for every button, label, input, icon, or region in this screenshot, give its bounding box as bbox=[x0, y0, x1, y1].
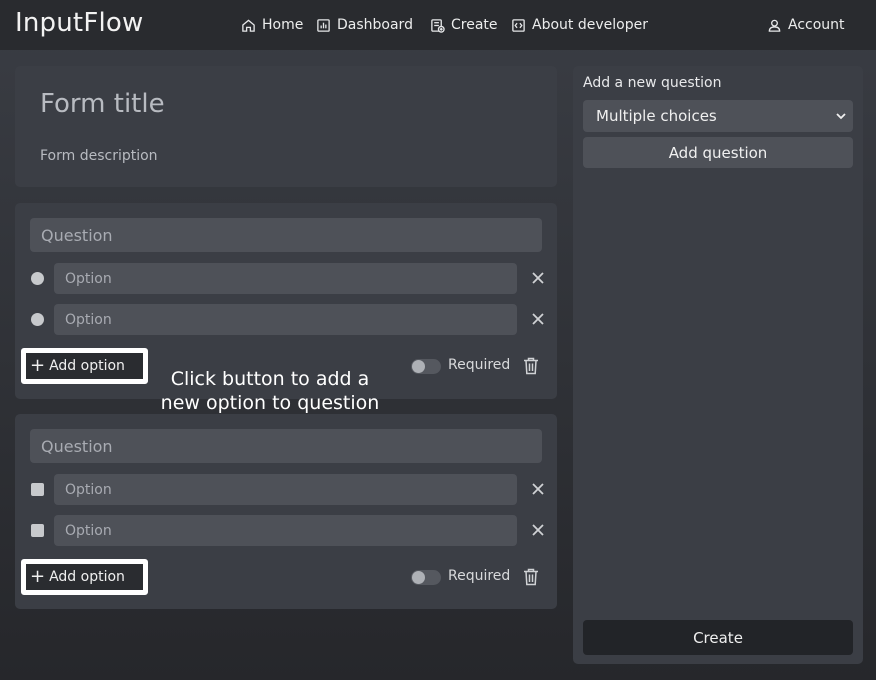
close-icon[interactable] bbox=[531, 271, 545, 285]
nav-home[interactable]: Home bbox=[241, 15, 303, 35]
nav-dashboard-label: Dashboard bbox=[337, 17, 413, 33]
brand-logo[interactable]: InputFlow bbox=[15, 8, 143, 38]
user-icon bbox=[768, 19, 781, 32]
add-option-button[interactable]: + Add option bbox=[21, 559, 148, 595]
trash-icon[interactable] bbox=[523, 357, 539, 375]
add-option-label: Add option bbox=[49, 569, 125, 585]
home-icon bbox=[242, 18, 255, 32]
form-header-card bbox=[15, 66, 557, 187]
nav-dashboard[interactable]: Dashboard bbox=[316, 15, 413, 35]
plus-icon: + bbox=[30, 566, 46, 587]
chevron-down-icon bbox=[836, 113, 846, 120]
create-button[interactable]: Create bbox=[583, 620, 853, 655]
nav-account[interactable]: Account bbox=[767, 15, 845, 35]
trash-icon[interactable] bbox=[523, 568, 539, 586]
add-question-button[interactable]: Add question bbox=[583, 137, 853, 168]
option-input[interactable]: Option bbox=[54, 304, 517, 335]
nav-create-label: Create bbox=[451, 17, 498, 33]
nav-about-developer-label: About developer bbox=[532, 17, 648, 33]
toggle-knob bbox=[412, 360, 425, 373]
question-input[interactable]: Question bbox=[30, 429, 542, 463]
nav-create[interactable]: Create bbox=[430, 15, 498, 35]
option-input[interactable]: Option bbox=[54, 263, 517, 294]
annotation-line-1: Click button to add a bbox=[170, 368, 370, 390]
plus-icon: + bbox=[30, 355, 46, 376]
question-type-value: Multiple choices bbox=[596, 107, 717, 125]
add-option-button[interactable]: + Add option bbox=[21, 348, 148, 384]
form-title-input[interactable]: Form title bbox=[40, 89, 165, 119]
question-type-select[interactable]: Multiple choices bbox=[583, 100, 853, 132]
required-label: Required bbox=[448, 568, 511, 584]
annotation-text: Click button to add a new option to ques… bbox=[150, 367, 390, 415]
option-input[interactable]: Option bbox=[54, 474, 517, 505]
top-navbar: InputFlow Home Dashboard Create About de… bbox=[0, 0, 876, 50]
required-toggle[interactable] bbox=[411, 570, 441, 585]
code-icon bbox=[512, 18, 525, 32]
sidebar-title: Add a new question bbox=[583, 75, 722, 91]
nav-home-label: Home bbox=[262, 17, 304, 33]
question-input[interactable]: Question bbox=[30, 218, 542, 252]
required-label: Required bbox=[448, 357, 511, 373]
add-option-label: Add option bbox=[49, 358, 125, 374]
close-icon[interactable] bbox=[531, 482, 545, 496]
nav-account-label: Account bbox=[788, 17, 845, 33]
option-input[interactable]: Option bbox=[54, 515, 517, 546]
close-icon[interactable] bbox=[531, 312, 545, 326]
checkbox-indicator bbox=[31, 524, 44, 537]
radio-indicator bbox=[31, 313, 44, 326]
dashboard-icon bbox=[317, 18, 330, 32]
nav-about-developer[interactable]: About developer bbox=[511, 15, 648, 35]
create-icon bbox=[431, 18, 445, 33]
close-icon[interactable] bbox=[531, 523, 545, 537]
form-description-input[interactable]: Form description bbox=[40, 148, 158, 164]
annotation-line-2: new option to question bbox=[160, 392, 380, 414]
required-toggle[interactable] bbox=[411, 359, 441, 374]
checkbox-indicator bbox=[31, 483, 44, 496]
radio-indicator bbox=[31, 272, 44, 285]
toggle-knob bbox=[412, 571, 425, 584]
